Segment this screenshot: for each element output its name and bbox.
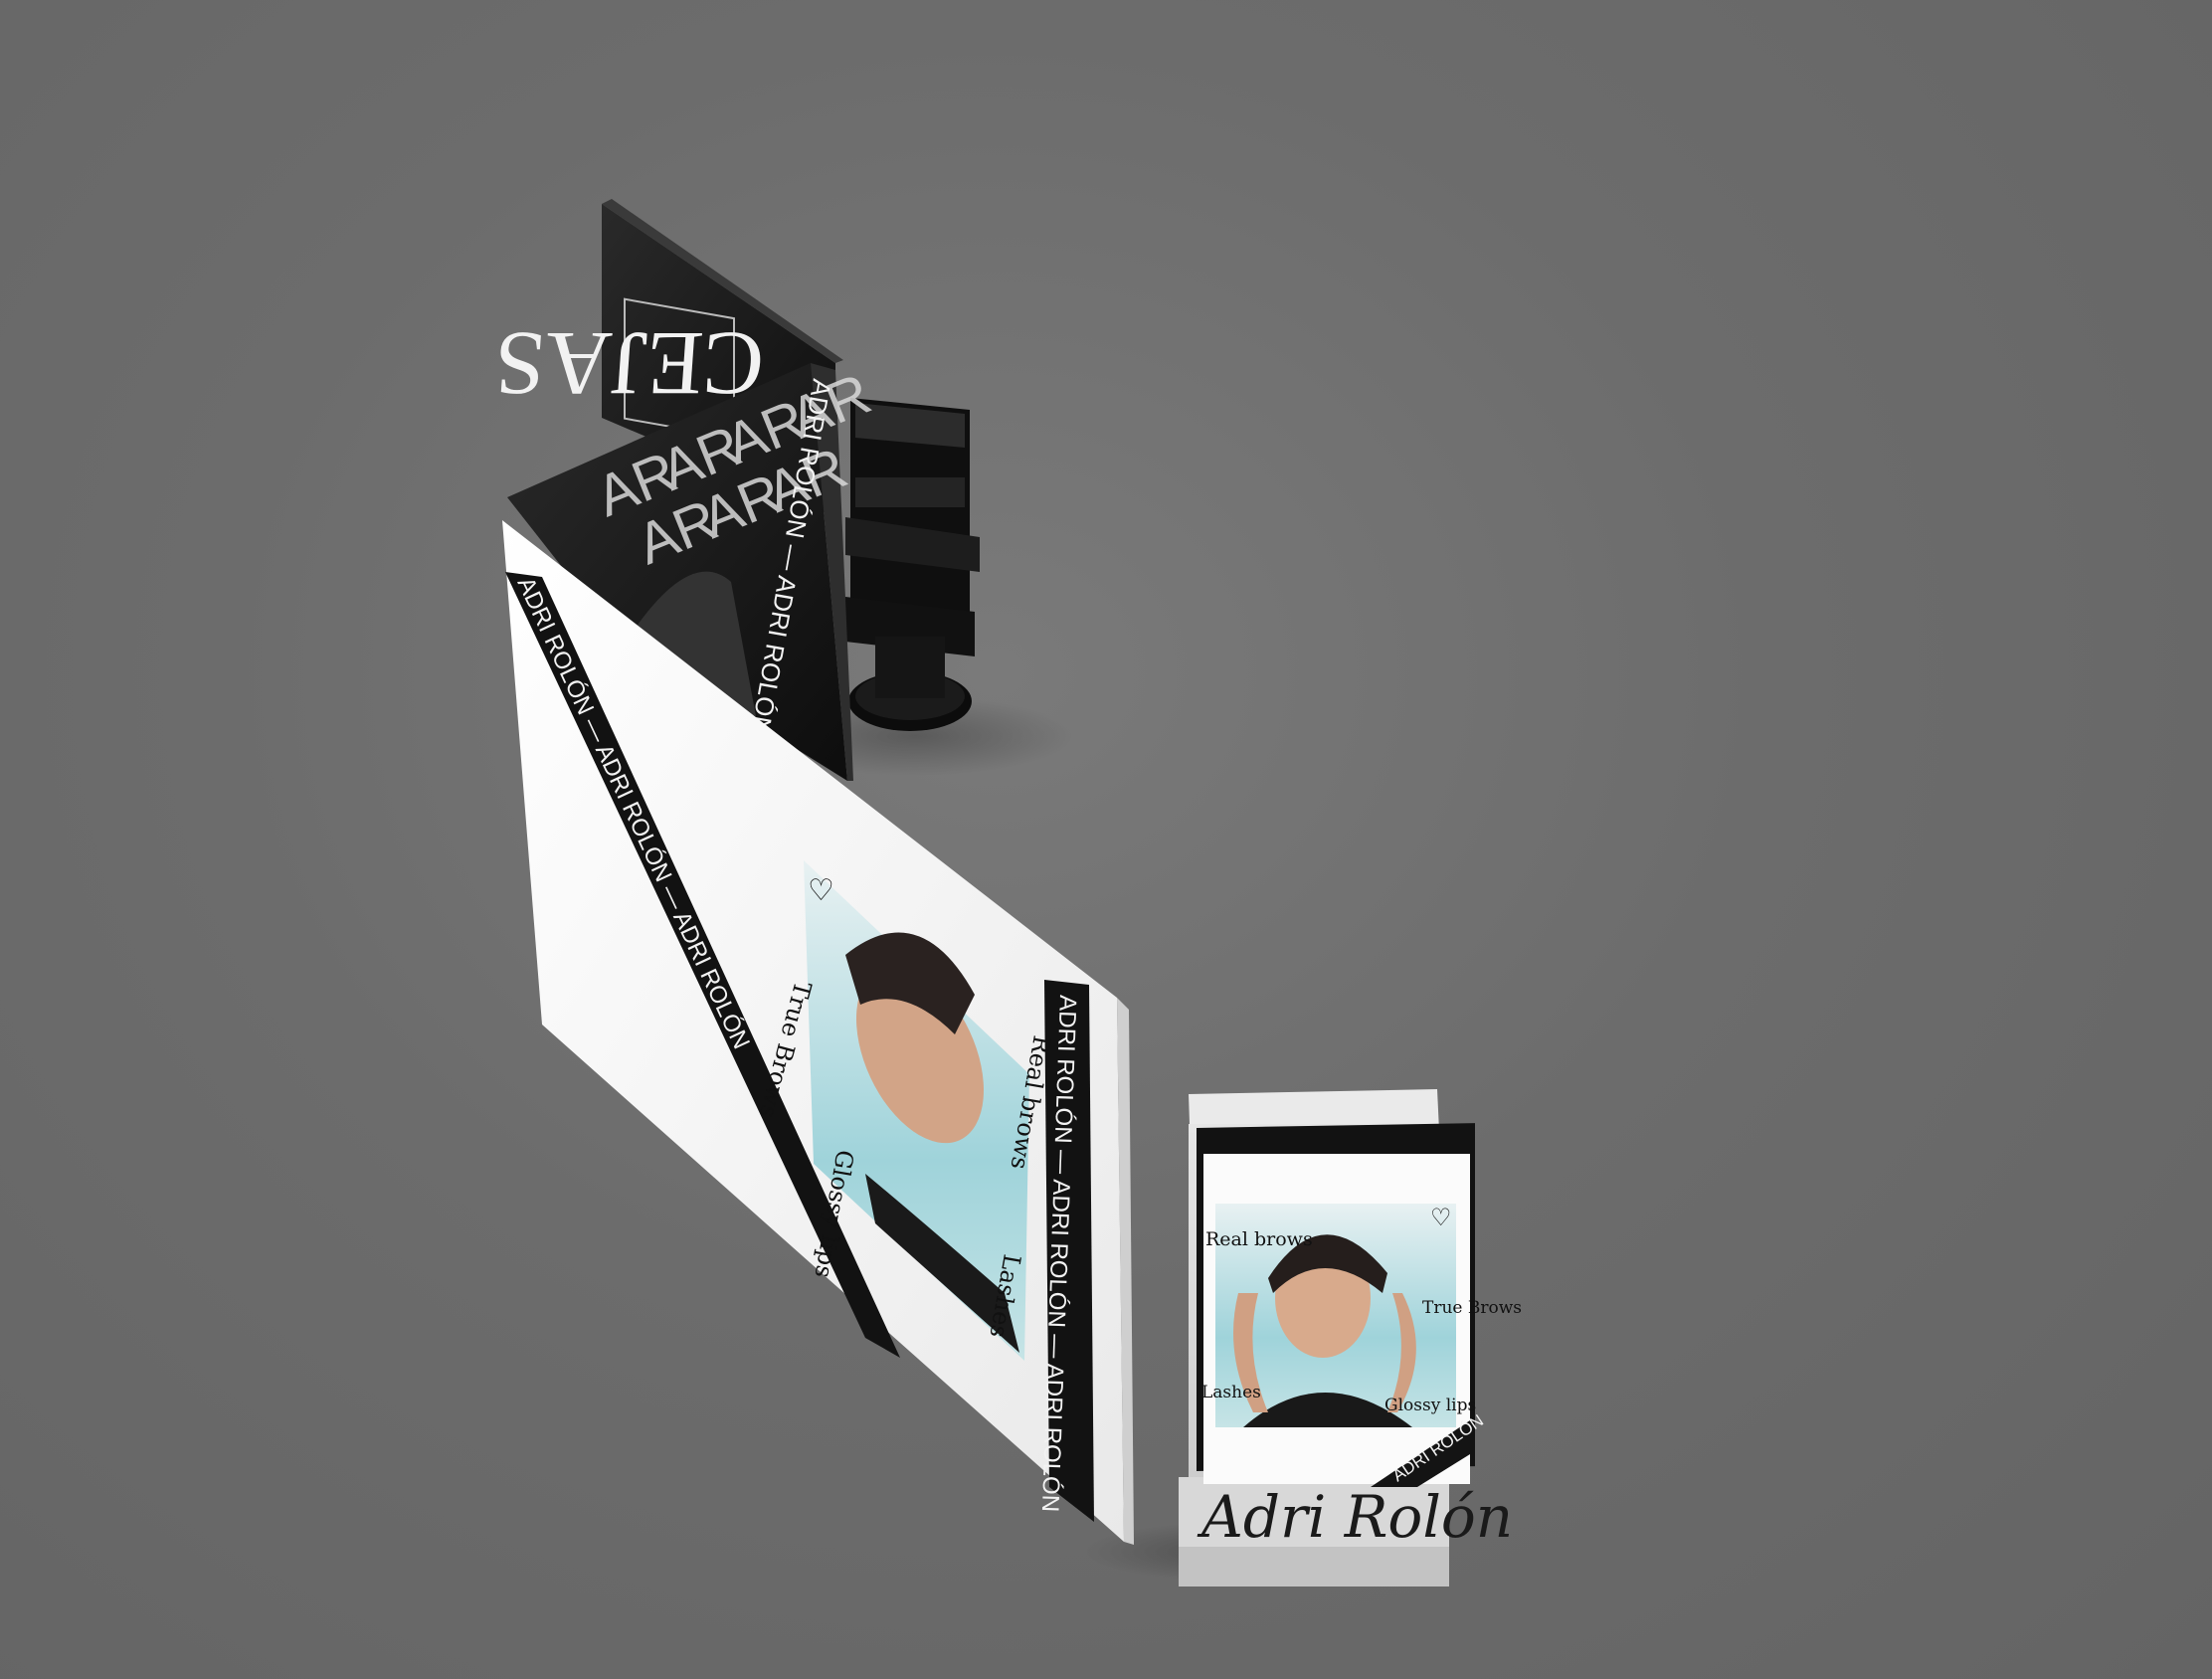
photo-heart-icon: ♡ xyxy=(808,873,834,908)
display-booth-illustration: CEJAS AR AR AR AR AR AR AR ADRI ROLÓN — … xyxy=(490,199,1522,1586)
sign-note-real-brows: Real brows xyxy=(1205,1228,1313,1250)
back-panel-word: CEJAS xyxy=(490,313,767,415)
render-scene: CEJAS AR AR AR AR AR AR AR ADRI ROLÓN — … xyxy=(0,0,2212,1679)
sign-note-lashes: Lashes xyxy=(1201,1383,1261,1402)
sign-note-true-brows: True Brows xyxy=(1422,1298,1522,1318)
sign-script-signature: Adri Rolón xyxy=(1197,1483,1513,1551)
sign-note-glossy-lips: Glossy lips xyxy=(1384,1396,1476,1415)
acrylic-product-display xyxy=(845,398,980,731)
standing-sign: Real brows True Brows Lashes Glossy lips… xyxy=(1179,1089,1522,1586)
sign-heart-icon: ♡ xyxy=(1430,1204,1452,1231)
